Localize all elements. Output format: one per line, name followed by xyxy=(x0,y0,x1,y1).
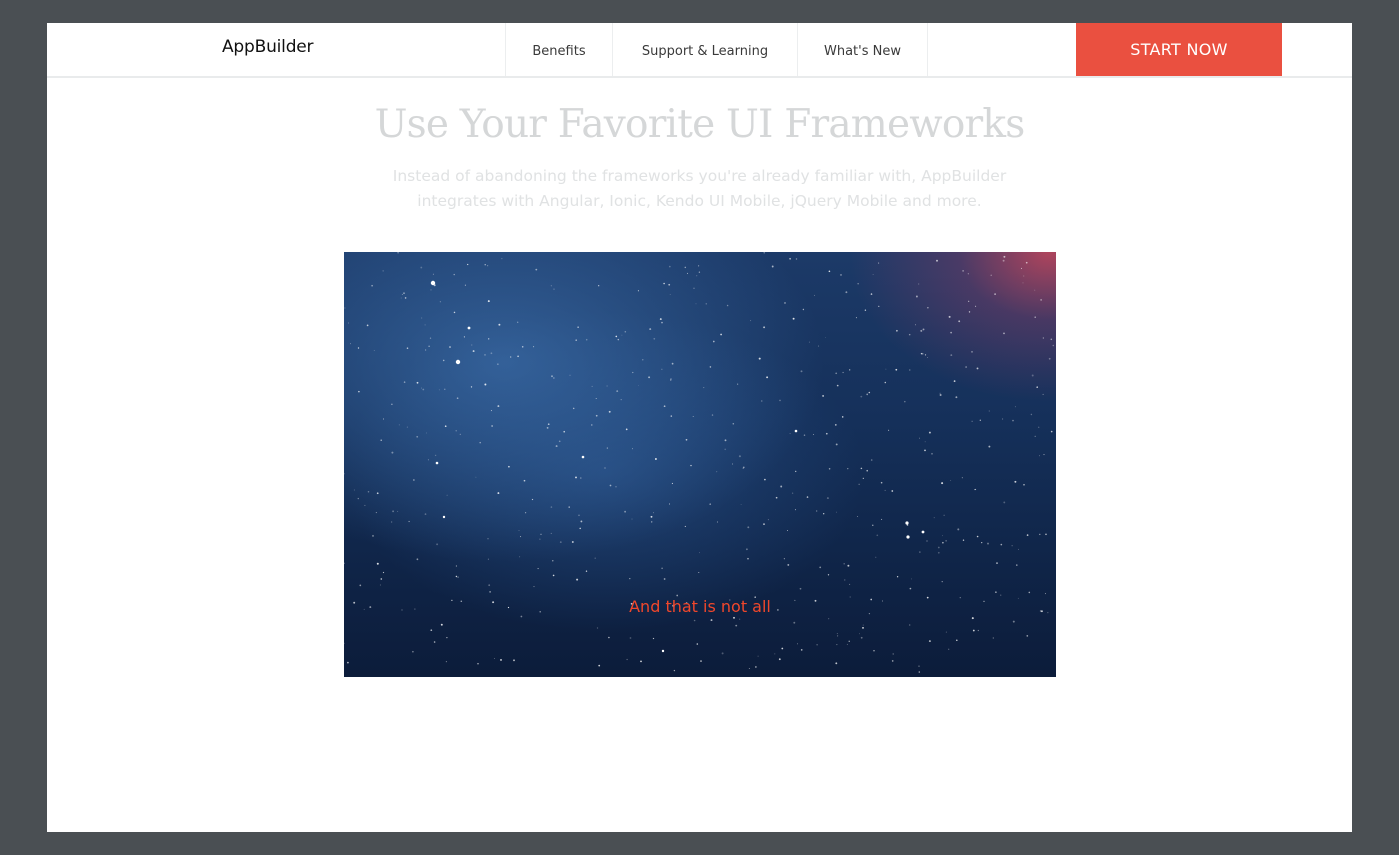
site-header: AppBuilder Benefits Support & Learning W… xyxy=(47,23,1352,78)
nav-item-support-learning[interactable]: Support & Learning xyxy=(612,23,797,76)
nav-item-benefits[interactable]: Benefits xyxy=(505,23,612,76)
page: AppBuilder Benefits Support & Learning W… xyxy=(47,23,1352,832)
brand-logo[interactable]: AppBuilder xyxy=(222,37,314,57)
main-nav: Benefits Support & Learning What's New xyxy=(505,23,928,76)
page-title: Use Your Favorite UI Frameworks xyxy=(374,102,1026,147)
start-now-button[interactable]: START NOW xyxy=(1076,23,1282,76)
page-subtitle: Instead of abandoning the frameworks you… xyxy=(392,167,1007,210)
hero-media-starfield: And that is not all xyxy=(344,252,1056,677)
media-caption: And that is not all xyxy=(629,597,771,616)
nav-item-whats-new[interactable]: What's New xyxy=(797,23,928,76)
